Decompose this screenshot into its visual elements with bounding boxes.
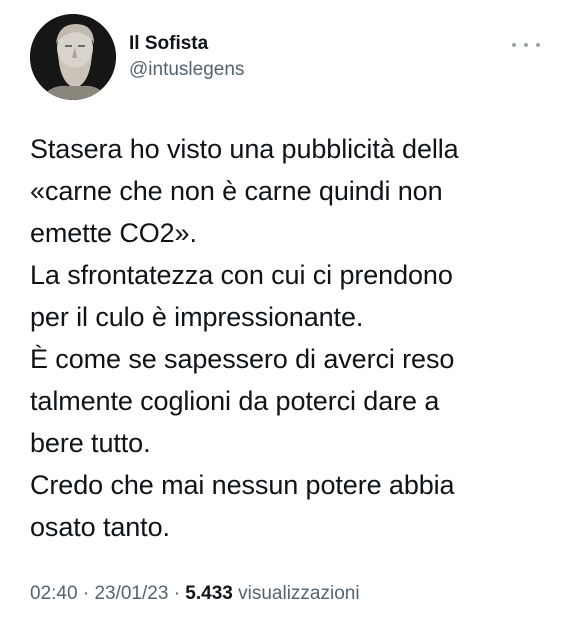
meta-separator: · <box>173 583 186 604</box>
more-horizontal-icon[interactable] <box>512 38 540 52</box>
username-handle[interactable]: @intuslegens <box>129 58 244 82</box>
tweet-line: Stasera ho visto una pubblicità della <box>30 134 459 164</box>
tweet-line: talmente coglioni da poterci dare a <box>30 386 440 416</box>
tweet-meta: 02:40 · 23/01/23 · 5.433 visualizzazioni <box>30 582 360 606</box>
author-names: Il Sofista @intuslegens <box>129 32 244 82</box>
more-dot <box>524 43 528 47</box>
tweet-date[interactable]: 23/01/23 <box>94 583 168 604</box>
tweet-time[interactable]: 02:40 <box>30 583 78 604</box>
tweet-card: Il Sofista @intuslegens Stasera ho visto… <box>0 0 562 621</box>
tweet-line: Credo che mai nessun potere abbia <box>30 470 455 500</box>
tweet-line: La sfrontatezza con cui ci prendono <box>30 260 453 290</box>
tweet-line: per il culo è impressionante. <box>30 302 364 332</box>
meta-separator: · <box>82 583 95 604</box>
avatar[interactable] <box>30 14 116 100</box>
views-label: visualizzazioni <box>238 583 360 604</box>
tweet-line: emette CO2». <box>30 218 197 248</box>
tweet-line: osato tanto. <box>30 512 170 542</box>
tweet-line: «carne che non è carne quindi non <box>30 176 443 206</box>
display-name[interactable]: Il Sofista <box>129 32 244 56</box>
tweet-line: È come se sapessero di averci reso <box>30 344 455 374</box>
philosopher-bust-icon <box>30 14 116 100</box>
tweet-line: bere tutto. <box>30 428 151 458</box>
tweet-header: Il Sofista @intuslegens <box>30 14 540 104</box>
tweet-text: Stasera ho visto una pubblicità della «c… <box>30 128 550 548</box>
more-dot <box>512 43 516 47</box>
views-count: 5.433 <box>185 583 239 604</box>
more-dot <box>536 43 540 47</box>
